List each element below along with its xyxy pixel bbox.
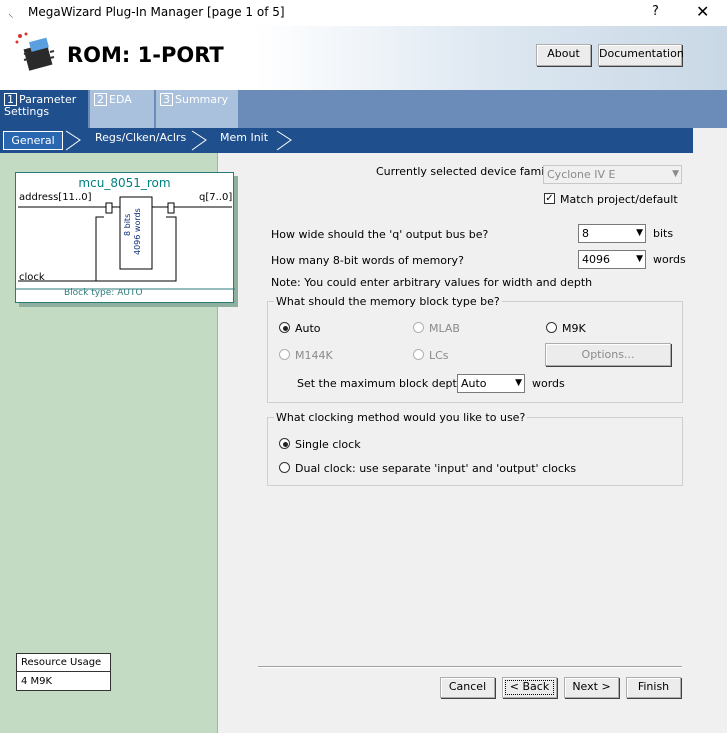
lcs-radio[interactable] bbox=[413, 349, 424, 360]
m9k-radio[interactable] bbox=[546, 322, 557, 333]
options-button[interactable]: Options... bbox=[545, 343, 671, 366]
wizard-header: ROM: 1-PORT About Documentation bbox=[0, 26, 727, 90]
rom-symbol: mcu_8051_rom address[11..0] q[7..0] cloc… bbox=[15, 172, 235, 303]
q-width-value: 8 bbox=[582, 227, 589, 240]
m9k-radio-label: M9K bbox=[562, 322, 586, 335]
lcs-radio-label: LCs bbox=[429, 349, 449, 362]
subtab-mem-init[interactable]: Mem Init bbox=[220, 131, 268, 144]
main-tabs: 1 Parameter Settings 2 EDA 3 Summary bbox=[0, 90, 727, 128]
q-port-label: q[7..0] bbox=[199, 192, 233, 203]
mlab-radio[interactable] bbox=[413, 322, 424, 333]
tab-summary[interactable]: 3 Summary bbox=[156, 90, 238, 128]
address-port-label: address[11..0] bbox=[19, 192, 92, 203]
single-clock-radio[interactable] bbox=[279, 438, 290, 449]
q-width-unit: bits bbox=[653, 227, 674, 240]
q-width-select[interactable]: 8 ▼ bbox=[578, 224, 646, 243]
chevron-down-icon: ▼ bbox=[636, 254, 643, 264]
auto-radio-label: Auto bbox=[295, 322, 321, 335]
back-button[interactable]: < Back bbox=[502, 677, 557, 698]
subtab-filler bbox=[693, 128, 727, 153]
mem-words-label: 4096 words bbox=[133, 208, 142, 255]
subtab-regs-clken-aclrs[interactable]: Regs/Clken/Aclrs bbox=[95, 131, 186, 144]
block-type-label: Block type: AUTO bbox=[64, 288, 143, 298]
tab-label: EDA bbox=[109, 93, 132, 106]
sub-tabs: General Regs/Clken/Aclrs Mem Init bbox=[0, 128, 693, 153]
chevron-down-icon: ▼ bbox=[636, 228, 643, 238]
tab-number: 2 bbox=[94, 93, 107, 106]
match-project-checkbox[interactable]: ✓ bbox=[544, 193, 555, 204]
tab-label: Summary bbox=[175, 93, 229, 106]
documentation-button[interactable]: Documentation bbox=[598, 44, 684, 66]
block-depth-value: Auto bbox=[461, 377, 487, 390]
close-button[interactable]: ✕ bbox=[696, 2, 709, 21]
cancel-button[interactable]: Cancel bbox=[440, 677, 495, 698]
clocking-legend: What clocking method would you like to u… bbox=[274, 411, 528, 424]
device-family-select[interactable]: Cyclone IV E ▼ bbox=[543, 165, 682, 184]
help-button[interactable]: ? bbox=[652, 4, 659, 19]
about-button[interactable]: About bbox=[536, 44, 591, 66]
tab-number: 3 bbox=[160, 93, 173, 106]
resource-usage-box: Resource Usage 4 M9K bbox=[16, 653, 111, 691]
mlab-radio-label: MLAB bbox=[429, 322, 460, 335]
words-value: 4096 bbox=[582, 253, 610, 266]
app-icon: ⸜ bbox=[8, 7, 14, 20]
resource-usage-header: Resource Usage bbox=[17, 654, 110, 672]
match-project-label: Match project/default bbox=[560, 193, 678, 206]
note-text: Note: You could enter arbitrary values f… bbox=[271, 276, 593, 289]
dual-clock-radio[interactable] bbox=[279, 462, 290, 473]
single-clock-label: Single clock bbox=[295, 438, 361, 451]
finish-button[interactable]: Finish bbox=[626, 677, 681, 698]
chevron-down-icon: ▼ bbox=[672, 169, 679, 179]
window-title: MegaWizard Plug-In Manager [page 1 of 5] bbox=[28, 5, 285, 19]
device-family-label: Currently selected device family: bbox=[376, 165, 557, 178]
words-unit: words bbox=[653, 253, 686, 266]
words-select[interactable]: 4096 ▼ bbox=[578, 250, 646, 269]
mem-bits-label: 8 bits bbox=[123, 213, 132, 236]
megafunction-chip-icon bbox=[15, 32, 55, 71]
auto-radio[interactable] bbox=[279, 322, 290, 333]
page-title: ROM: 1-PORT bbox=[67, 43, 224, 67]
block-depth-select[interactable]: Auto ▼ bbox=[457, 374, 525, 393]
title-bar: ⸜ MegaWizard Plug-In Manager [page 1 of … bbox=[0, 0, 727, 26]
words-label: How many 8-bit words of memory? bbox=[271, 254, 464, 267]
clock-port-label: clock bbox=[19, 272, 45, 283]
clocking-group bbox=[267, 417, 683, 486]
tab-eda[interactable]: 2 EDA bbox=[90, 90, 154, 128]
resource-usage-value: 4 M9K bbox=[21, 676, 53, 687]
q-width-label: How wide should the 'q' output bus be? bbox=[271, 228, 489, 241]
chevron-down-icon: ▼ bbox=[515, 378, 522, 388]
block-depth-label: Set the maximum block depth to bbox=[297, 377, 479, 390]
device-family-value: Cyclone IV E bbox=[547, 168, 616, 181]
m144k-radio[interactable] bbox=[279, 349, 290, 360]
m144k-radio-label: M144K bbox=[295, 349, 333, 362]
memory-block-legend: What should the memory block type be? bbox=[274, 295, 502, 308]
footer-separator bbox=[258, 666, 682, 668]
next-button[interactable]: Next > bbox=[564, 677, 619, 698]
tab-parameter-settings[interactable]: 1 Parameter Settings bbox=[0, 90, 88, 128]
dual-clock-label: Dual clock: use separate 'input' and 'ou… bbox=[295, 462, 577, 475]
block-depth-unit: words bbox=[532, 377, 565, 390]
